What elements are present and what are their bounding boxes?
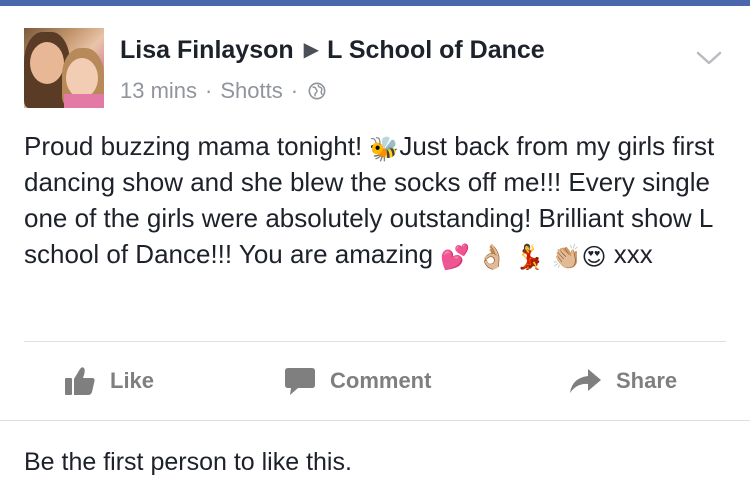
comment-label: Comment: [330, 368, 432, 393]
dancer-emoji-icon: 💃: [514, 244, 545, 271]
right-triangle-icon: ▶: [303, 39, 320, 61]
two-hearts-emoji-icon: 💕: [440, 244, 471, 271]
like-button[interactable]: Like: [64, 342, 154, 420]
share-button[interactable]: Share: [568, 342, 677, 420]
meta-separator: ·: [205, 78, 213, 103]
author-line: Lisa Finlayson ▶ L School of Dance: [120, 36, 545, 65]
meta-separator-2: ·: [290, 78, 299, 103]
divider-2: [0, 420, 750, 421]
post-text: Proud buzzing mama tonight! 🐝Just back f…: [24, 131, 715, 271]
globe-icon[interactable]: [308, 82, 326, 100]
likes-summary[interactable]: Be the first person to like this.: [24, 448, 352, 477]
comment-icon: [285, 368, 315, 395]
chevron-down-icon[interactable]: [696, 50, 722, 66]
target-page-name[interactable]: L School of Dance: [327, 36, 545, 64]
action-bar: Like Comment Share: [0, 342, 750, 420]
share-label: Share: [616, 368, 678, 393]
bee-emoji-icon: 🐝: [369, 136, 400, 163]
thumbs-up-icon: [65, 367, 95, 395]
post-location[interactable]: Shotts: [220, 78, 282, 104]
post-meta: 13 mins · Shotts ·: [120, 78, 326, 104]
post-time[interactable]: 13 mins: [120, 78, 197, 104]
author-name[interactable]: Lisa Finlayson: [120, 36, 294, 64]
comment-button[interactable]: Comment: [284, 342, 431, 420]
post-header: Lisa Finlayson ▶ L School of Dance 13 mins…: [0, 6, 750, 116]
like-label: Like: [110, 368, 155, 393]
share-arrow-icon: [570, 369, 601, 393]
heart-eyes-emoji-icon: 😍: [581, 244, 607, 271]
ok-hand-emoji-icon: 👌🏼: [477, 244, 508, 271]
avatar[interactable]: [24, 28, 104, 108]
clapping-hands-emoji-icon: 👏🏼: [551, 244, 582, 271]
